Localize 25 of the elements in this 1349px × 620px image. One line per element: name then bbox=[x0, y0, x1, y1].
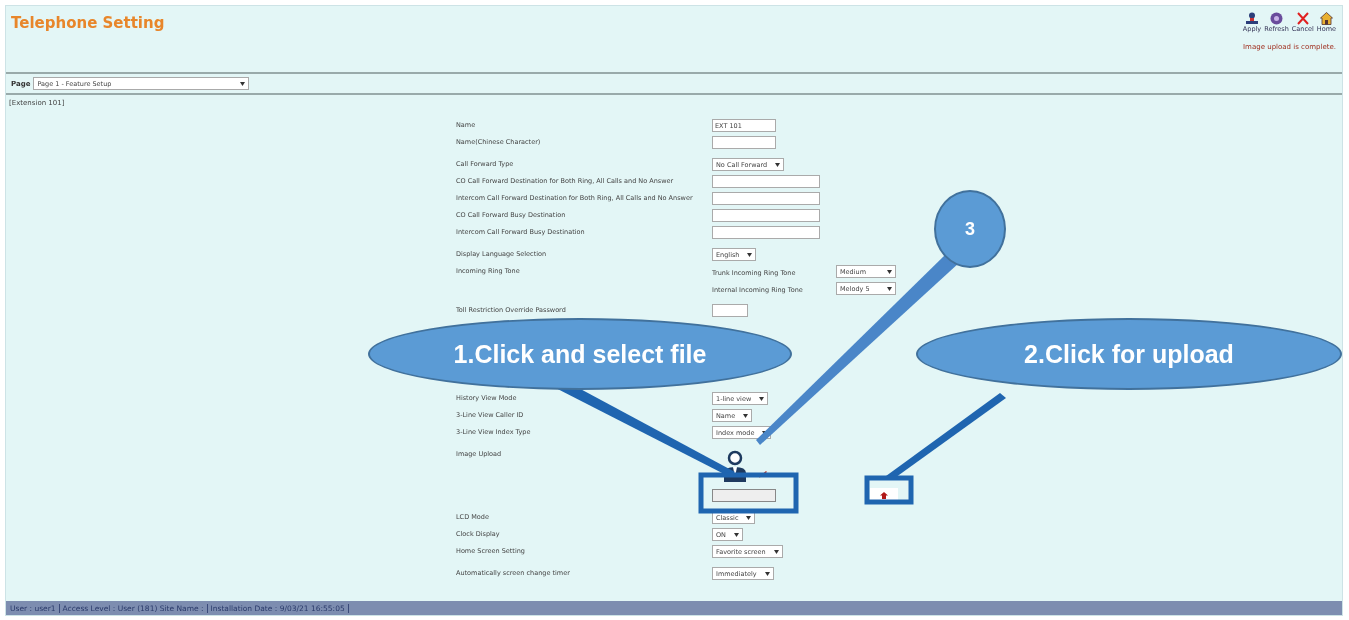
upload-icon bbox=[880, 491, 888, 499]
dropdown-caret-icon bbox=[773, 549, 779, 554]
file-choose-button[interactable] bbox=[712, 488, 776, 502]
text-field[interactable] bbox=[712, 226, 820, 239]
dropdown-caret-icon bbox=[747, 252, 753, 257]
dropdown-caret-icon bbox=[759, 396, 765, 401]
highlight-frame bbox=[864, 475, 914, 505]
dropdown-caret-icon bbox=[746, 515, 752, 520]
stamp-icon bbox=[1245, 12, 1260, 25]
flower-icon bbox=[1270, 12, 1283, 25]
password-field[interactable] bbox=[712, 304, 748, 317]
text-field[interactable] bbox=[712, 192, 820, 205]
text-field[interactable] bbox=[712, 175, 820, 188]
dropdown-caret-icon bbox=[734, 532, 739, 537]
page-title: Telephone Setting bbox=[11, 14, 165, 32]
dropdown-caret-icon bbox=[775, 162, 781, 167]
home-icon bbox=[1319, 12, 1333, 25]
text-field[interactable] bbox=[712, 209, 820, 222]
dropdown-caret-icon bbox=[240, 81, 246, 86]
dropdown-caret-icon bbox=[887, 269, 892, 274]
text-field[interactable] bbox=[712, 136, 776, 149]
close-icon bbox=[1296, 12, 1309, 25]
dropdown-caret-icon bbox=[764, 571, 770, 576]
dropdown-caret-icon bbox=[887, 286, 892, 291]
dropdown-caret-icon bbox=[743, 413, 749, 418]
